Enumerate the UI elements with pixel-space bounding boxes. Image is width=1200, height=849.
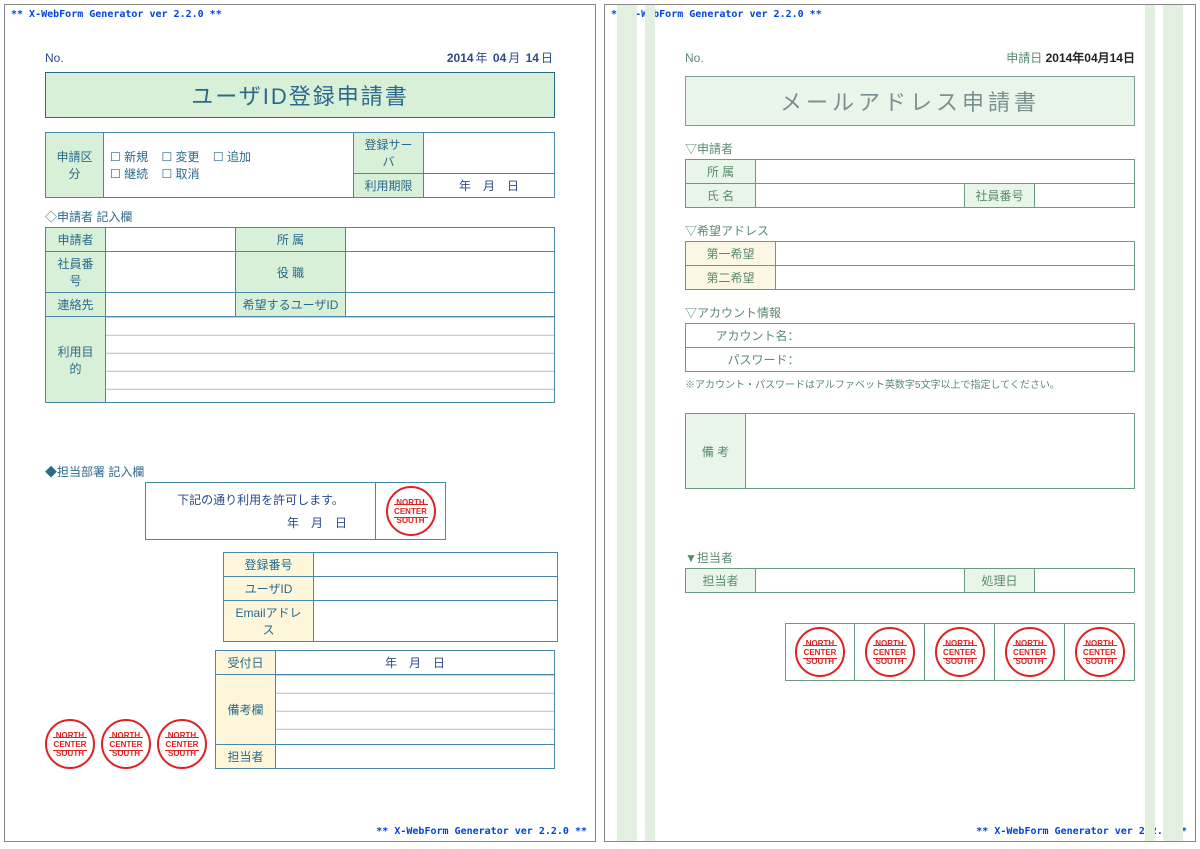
receipt-table: 受付日 年 月 日 備考欄 担当者 xyxy=(215,650,555,769)
no-label: No. xyxy=(45,51,64,65)
staff-cap: ▼担当者 xyxy=(685,549,1135,566)
acct-cap: ▽アカウント情報 xyxy=(685,304,1135,321)
wish2-label: 第二希望 xyxy=(686,266,776,290)
affil-value-2[interactable] xyxy=(756,160,1135,184)
approval-box: 下記の通り利用を許可します。 年 月 日 NORTHCENTERSOUTH xyxy=(145,482,446,540)
remarks-table-2: 備 考 xyxy=(685,413,1135,489)
affil-label-2: 所 属 xyxy=(686,160,756,184)
purpose-label: 利用目的 xyxy=(46,317,106,403)
wish-table: 第一希望 第二希望 xyxy=(685,241,1135,290)
dept-section-caption: ◆担当部署 記入欄 xyxy=(45,463,555,480)
acct-table: アカウント名： パスワード： xyxy=(685,323,1135,372)
password-value[interactable] xyxy=(806,348,1135,372)
form-date: 2014年 04月 14日 xyxy=(447,49,555,66)
reg-table: 登録番号 ユーザID Emailアドレス xyxy=(223,552,558,642)
app-footer: ** X-WebForm Generator ver 2.2.0 ** xyxy=(376,826,587,837)
approval-text: 下記の通り利用を許可します。 xyxy=(154,491,367,508)
form-title: ユーザID登録申請書 xyxy=(45,72,555,118)
applicant-cap-2: ▽申請者 xyxy=(685,140,1135,157)
period-label: 利用期限 xyxy=(354,174,424,198)
empno-value-2[interactable] xyxy=(1035,184,1135,208)
contact-value[interactable] xyxy=(106,293,236,317)
procdate-label: 処理日 xyxy=(965,569,1035,593)
remarks-label: 備考欄 xyxy=(216,675,276,745)
assignee-value[interactable] xyxy=(276,745,555,769)
acctname-value[interactable] xyxy=(806,324,1135,348)
wanted-id-value[interactable] xyxy=(346,293,555,317)
name-label: 氏 名 xyxy=(686,184,756,208)
staff-label: 担当者 xyxy=(686,569,756,593)
form-page-2: ** X-WebForm Generator ver 2.2.0 ** ** X… xyxy=(604,4,1196,842)
type-table: 申請区分 ☐ 新規 ☐ 変更 ☐ 追加 ☐ 継続 ☐ 取消 登録サーバ 利用期限… xyxy=(45,132,555,198)
contact-label: 連絡先 xyxy=(46,293,106,317)
chk-cancel[interactable]: ☐ 取消 xyxy=(161,165,199,182)
wish1-label: 第一希望 xyxy=(686,242,776,266)
server-value[interactable] xyxy=(424,133,555,174)
role-value[interactable] xyxy=(346,252,555,293)
stamp-box-2: NORTHCENTERSOUTH NORTHCENTERSOUTH NORTHC… xyxy=(785,623,1135,681)
stamp-3: NORTHCENTERSOUTH xyxy=(157,719,207,769)
applicant-value[interactable] xyxy=(106,228,236,252)
role-label: 役 職 xyxy=(236,252,346,293)
stamp2-5: NORTHCENTERSOUTH xyxy=(1075,627,1125,677)
applicant-label: 申請者 xyxy=(46,228,106,252)
applicant-section-caption: ◇申請者 記入欄 xyxy=(45,208,555,225)
empno-label: 社員番号 xyxy=(46,252,106,293)
email-label: Emailアドレス xyxy=(224,601,314,642)
app-header: ** X-WebForm Generator ver 2.2.0 ** xyxy=(11,9,222,20)
stamp-1: NORTHCENTERSOUTH xyxy=(45,719,95,769)
affil-label: 所 属 xyxy=(236,228,346,252)
stamp-row: NORTHCENTERSOUTH NORTHCENTERSOUTH NORTHC… xyxy=(45,719,207,769)
acctname-label: アカウント名： xyxy=(686,324,806,348)
userid-value[interactable] xyxy=(314,577,558,601)
form-page-1: ** X-WebForm Generator ver 2.2.0 ** ** X… xyxy=(4,4,596,842)
server-label: 登録サーバ xyxy=(354,133,424,174)
assignee-label: 担当者 xyxy=(216,745,276,769)
approval-date[interactable]: 年 月 日 xyxy=(154,514,367,531)
applicant-table-2: 所 属 氏 名 社員番号 xyxy=(685,159,1135,208)
wish2-value[interactable] xyxy=(776,266,1135,290)
regno-value[interactable] xyxy=(314,553,558,577)
procdate-value[interactable] xyxy=(1035,569,1135,593)
purpose-value[interactable] xyxy=(106,317,555,403)
stamp-2: NORTHCENTERSOUTH xyxy=(101,719,151,769)
remarks-value[interactable] xyxy=(276,675,555,745)
wish1-value[interactable] xyxy=(776,242,1135,266)
affil-value[interactable] xyxy=(346,228,555,252)
email-value[interactable] xyxy=(314,601,558,642)
stamp2-3: NORTHCENTERSOUTH xyxy=(935,627,985,677)
name-value[interactable] xyxy=(756,184,965,208)
app-date: 申請日 2014年04月14日 xyxy=(1006,49,1135,66)
staff-value[interactable] xyxy=(756,569,965,593)
stamp2-2: NORTHCENTERSOUTH xyxy=(865,627,915,677)
chk-change[interactable]: ☐ 変更 xyxy=(161,148,199,165)
empno-value[interactable] xyxy=(106,252,236,293)
stamp2-1: NORTHCENTERSOUTH xyxy=(795,627,845,677)
stamp2-4: NORTHCENTERSOUTH xyxy=(1005,627,1055,677)
acct-note: ※アカウント・パスワードはアルファベット英数字5文字以上で指定してください。 xyxy=(685,376,1135,391)
userid-label: ユーザID xyxy=(224,577,314,601)
applicant-table: 申請者 所 属 社員番号 役 職 連絡先 希望するユーザID 利用目的 xyxy=(45,227,555,403)
remarks-value-2[interactable] xyxy=(746,414,1135,489)
recvdate-label: 受付日 xyxy=(216,651,276,675)
regno-label: 登録番号 xyxy=(224,553,314,577)
remarks-label-2: 備 考 xyxy=(686,414,746,489)
chk-new[interactable]: ☐ 新規 xyxy=(110,148,148,165)
password-label: パスワード： xyxy=(686,348,806,372)
staff-table: 担当者 処理日 xyxy=(685,568,1135,593)
recvdate-value[interactable]: 年 月 日 xyxy=(276,651,555,675)
no-label-2: No. xyxy=(685,51,704,65)
approval-stamp: NORTHCENTERSOUTH xyxy=(386,486,436,536)
period-value[interactable]: 年 月 日 xyxy=(424,174,555,198)
empno-label-2: 社員番号 xyxy=(965,184,1035,208)
app-footer-2: ** X-WebForm Generator ver 2.2.0 ** xyxy=(976,826,1187,837)
type-label: 申請区分 xyxy=(46,133,104,198)
chk-continue[interactable]: ☐ 継続 xyxy=(110,165,148,182)
chk-add[interactable]: ☐ 追加 xyxy=(213,148,251,165)
wanted-id-label: 希望するユーザID xyxy=(236,293,346,317)
form2-title: メールアドレス申請書 xyxy=(685,76,1135,126)
wish-cap: ▽希望アドレス xyxy=(685,222,1135,239)
